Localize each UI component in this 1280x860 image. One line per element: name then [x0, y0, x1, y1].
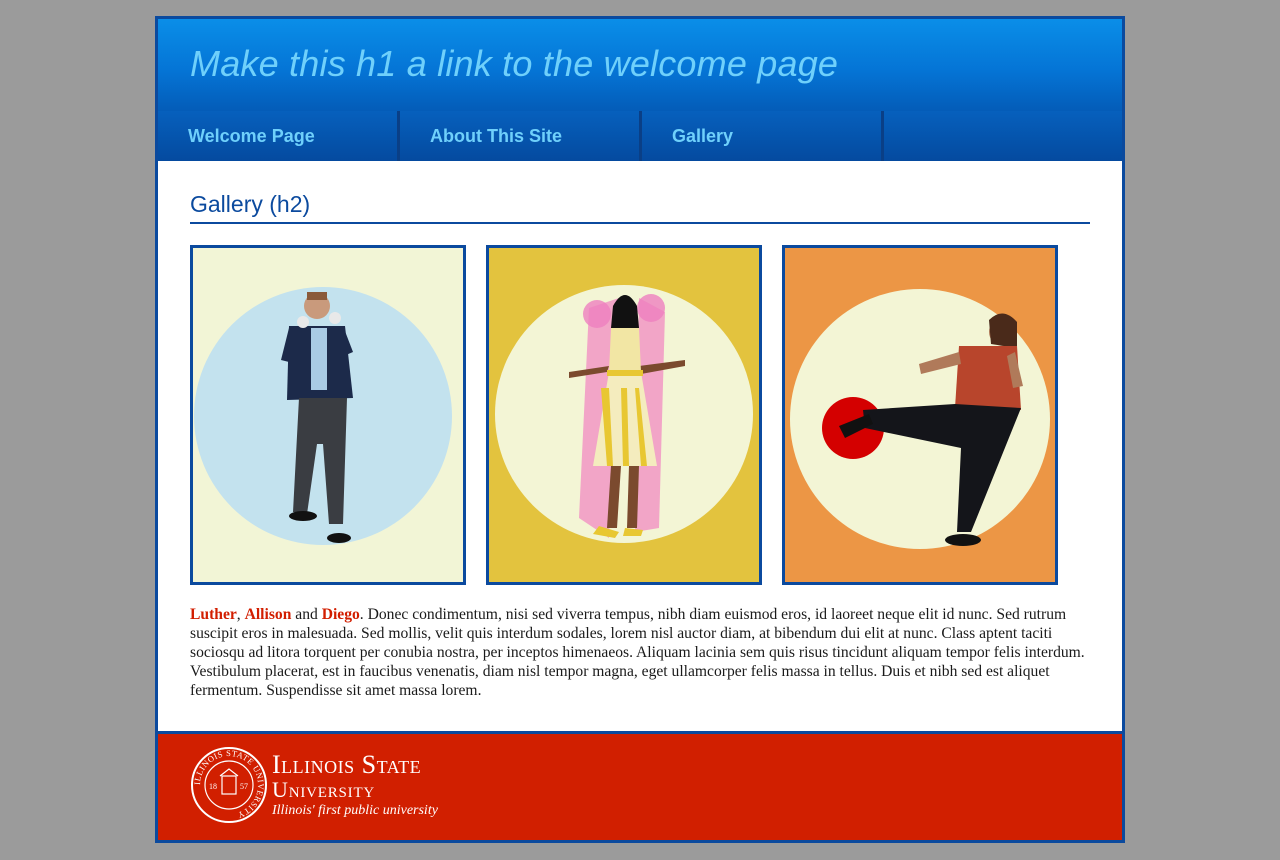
- wordmark-line-2: University: [272, 777, 376, 802]
- wordmark-tagline: Illinois' first public university: [272, 803, 438, 818]
- caption-link-allison[interactable]: Allison: [245, 606, 292, 623]
- gallery-caption: Luther, Allison and Diego. Donec condime…: [190, 605, 1090, 700]
- site-title-link[interactable]: Make this h1 a link to the welcome page: [190, 43, 838, 85]
- caption-link-diego[interactable]: Diego: [322, 606, 360, 623]
- main-content: Gallery (h2) Luther, Allison and Diego. …: [158, 161, 1122, 731]
- gallery-image-allison[interactable]: [486, 245, 762, 585]
- main-nav: Welcome Page About This Site Gallery: [158, 111, 1122, 161]
- page-container: Make this h1 a link to the welcome page …: [155, 16, 1125, 843]
- nav-empty-slot: [884, 111, 1122, 161]
- seal-year-left: 18: [209, 782, 217, 791]
- gallery-heading: Gallery (h2): [190, 191, 1090, 224]
- svg-text:ILLINOIS STATE UNIVERSITY: ILLINOIS STATE UNIVERSITY: [192, 748, 266, 821]
- gallery-image-diego[interactable]: [782, 245, 1058, 585]
- seal-ring-text: ILLINOIS STATE UNIVERSITY: [192, 748, 266, 821]
- gallery-image-luther[interactable]: [190, 245, 466, 585]
- nav-item-welcome[interactable]: Welcome Page: [158, 111, 400, 161]
- caption-link-luther[interactable]: Luther: [190, 606, 237, 623]
- nav-item-about[interactable]: About This Site: [400, 111, 642, 161]
- university-seal-logo: ILLINOIS STATE UNIVERSITY 18 57: [191, 747, 267, 823]
- nav-item-gallery[interactable]: Gallery: [642, 111, 884, 161]
- seal-year-right: 57: [240, 782, 248, 791]
- site-footer: ILLINOIS STATE UNIVERSITY 18 57 Illinois…: [158, 731, 1122, 840]
- caption-separator-2: and: [291, 606, 322, 623]
- wordmark-line-1: Illinois State: [272, 750, 422, 779]
- university-wordmark: Illinois State University Illinois' firs…: [272, 752, 438, 820]
- caption-separator-1: ,: [236, 606, 245, 623]
- site-header: Make this h1 a link to the welcome page: [158, 19, 1122, 111]
